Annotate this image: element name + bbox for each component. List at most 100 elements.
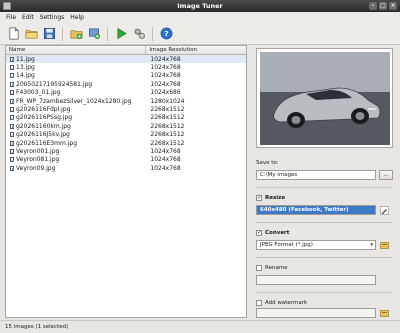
resolution-cell: 1024x768 — [150, 64, 181, 72]
car-image — [260, 52, 390, 145]
watermark-label: Add watermark — [265, 300, 308, 306]
toolbar: ? — [0, 23, 400, 45]
list-item[interactable]: g2026116E3mm.jpg 2268x1512 — [6, 139, 246, 147]
toolbar-separator — [107, 26, 108, 41]
watermark-settings-icon[interactable] — [380, 309, 389, 318]
window-controls: – □ × — [369, 2, 397, 10]
toolbar-separator — [152, 26, 153, 41]
add-folder-icon — [88, 28, 100, 40]
image-file-icon — [10, 107, 14, 113]
list-item[interactable]: g2026116J5kv.jpg 2268x1512 — [6, 131, 246, 139]
add-images-button[interactable] — [69, 27, 83, 41]
save-to-label: Save to: — [256, 160, 279, 166]
convert-select[interactable]: JPEG Format (*.jpg) ▾ — [256, 240, 376, 250]
resolution-cell: 2268x1512 — [150, 131, 185, 139]
file-name-cell: 20050217195924581.jpg — [6, 81, 146, 88]
new-button[interactable] — [6, 27, 20, 41]
open-folder-icon — [25, 30, 37, 39]
resolution-cell: 2268x1512 — [150, 139, 185, 147]
resolution-cell: 1280x1024 — [150, 97, 185, 105]
resolution-cell: 2268x1512 — [150, 106, 185, 114]
image-file-icon — [10, 73, 14, 79]
list-item[interactable]: 14.jpg 1024x768 — [6, 72, 246, 80]
file-name: g2026116J5kv.jpg — [16, 131, 70, 139]
image-preview — [256, 48, 393, 148]
resolution-cell: 1024x768 — [150, 164, 181, 172]
start-icon — [117, 27, 127, 40]
menu-file[interactable]: File — [6, 14, 16, 21]
list-item[interactable]: g2026116PSsg.jpg 2268x1512 — [6, 114, 246, 122]
list-header: Name Image Resolution — [6, 46, 246, 55]
maximize-button[interactable]: □ — [379, 2, 387, 10]
menu-bar: File Edit Settings Help — [0, 12, 400, 23]
resize-checkbox[interactable]: ✓ — [256, 195, 262, 201]
resolution-cell: 1024x686 — [150, 89, 181, 97]
list-item[interactable]: Veyron09.jpg 1024x768 — [6, 164, 246, 172]
resolution-cell: 1024x768 — [150, 156, 181, 164]
new-icon — [8, 27, 19, 40]
file-name: 13.jpg — [16, 64, 35, 72]
watermark-field[interactable] — [256, 308, 376, 318]
list-item[interactable]: F43003_01.jpg 1024x686 — [6, 89, 246, 97]
add-images-icon — [70, 30, 82, 40]
image-file-icon — [10, 65, 14, 71]
edit-icon[interactable] — [380, 206, 389, 215]
title-bar: Image Tuner – □ × — [0, 0, 400, 12]
settings-button[interactable] — [132, 27, 146, 41]
minimize-button[interactable]: – — [369, 2, 377, 10]
watermark-checkbox[interactable] — [256, 300, 262, 306]
list-item[interactable]: 11.jpg 1024x768 — [6, 55, 246, 64]
convert-checkbox[interactable]: ✓ — [256, 230, 262, 236]
list-item[interactable]: FR_WP_7zambezSilver_1024x1280.jpg 1280x10… — [6, 97, 246, 105]
divider — [256, 187, 393, 188]
image-file-icon — [10, 98, 14, 104]
rename-label: Rename — [265, 265, 288, 271]
column-name-header[interactable]: Name — [6, 46, 147, 54]
file-name-cell: g20261160km.jpg — [6, 123, 146, 130]
file-name-cell: g2026116PSsg.jpg — [6, 114, 146, 121]
resize-label: Resize — [265, 195, 286, 201]
file-name-cell: F43003_01.jpg — [6, 89, 146, 96]
options-panel: Save to: C:\My images ... ✓ Resize 640x4… — [252, 45, 397, 318]
image-file-icon — [10, 81, 14, 87]
open-button[interactable] — [24, 27, 38, 41]
file-name-cell: g2026116Fdpl.jpg — [6, 106, 146, 113]
resolution-cell: 1024x768 — [150, 80, 181, 88]
save-button[interactable] — [42, 27, 56, 41]
file-name-cell: FR_WP_7zambezSilver_1024x1280.jpg — [6, 98, 146, 105]
settings-icon — [134, 28, 145, 39]
menu-help[interactable]: Help — [70, 14, 84, 21]
divider — [256, 292, 393, 293]
start-button[interactable] — [114, 27, 128, 41]
file-name: FR_WP_7zambezSilver_1024x1280.jpg — [16, 97, 132, 105]
add-folder-button[interactable] — [87, 27, 101, 41]
menu-settings[interactable]: Settings — [40, 14, 65, 21]
save-to-field[interactable]: C:\My images — [256, 170, 376, 180]
column-resolution-header[interactable]: Image Resolution — [146, 46, 246, 54]
file-name-cell: g2026116J5kv.jpg — [6, 131, 146, 138]
list-item[interactable]: 13.jpg 1024x768 — [6, 63, 246, 71]
list-item[interactable]: Veyron001.jpg 1024x768 — [6, 147, 246, 155]
resolution-cell: 1024x768 — [150, 147, 181, 155]
file-name-cell: Veyron001.jpg — [6, 148, 146, 155]
list-item[interactable]: g2026116Fdpl.jpg 2268x1512 — [6, 105, 246, 113]
image-file-icon — [10, 140, 14, 146]
rename-checkbox[interactable] — [256, 265, 262, 271]
divider — [256, 257, 393, 258]
close-button[interactable]: × — [389, 2, 397, 10]
file-name: 11.jpg — [16, 55, 35, 63]
app-icon — [3, 2, 11, 10]
list-item[interactable]: g20261160km.jpg 2268x1512 — [6, 122, 246, 130]
list-item[interactable]: Veyron081.jpg 1024x768 — [6, 156, 246, 164]
image-list[interactable]: Name Image Resolution 11.jpg 1024x768 13.j… — [5, 45, 247, 318]
preview-photo — [260, 52, 390, 145]
rename-field[interactable] — [256, 275, 376, 285]
resize-select[interactable]: 640x480 (Facebook, Twitter) — [256, 205, 376, 215]
menu-edit[interactable]: Edit — [22, 14, 34, 21]
help-button[interactable]: ? — [159, 27, 173, 41]
format-settings-icon[interactable] — [380, 241, 389, 250]
chevron-down-icon: ▾ — [370, 242, 373, 248]
image-file-icon — [10, 56, 14, 62]
browse-button[interactable]: ... — [379, 170, 393, 180]
list-item[interactable]: 20050217195924581.jpg 1024x768 — [6, 80, 246, 88]
